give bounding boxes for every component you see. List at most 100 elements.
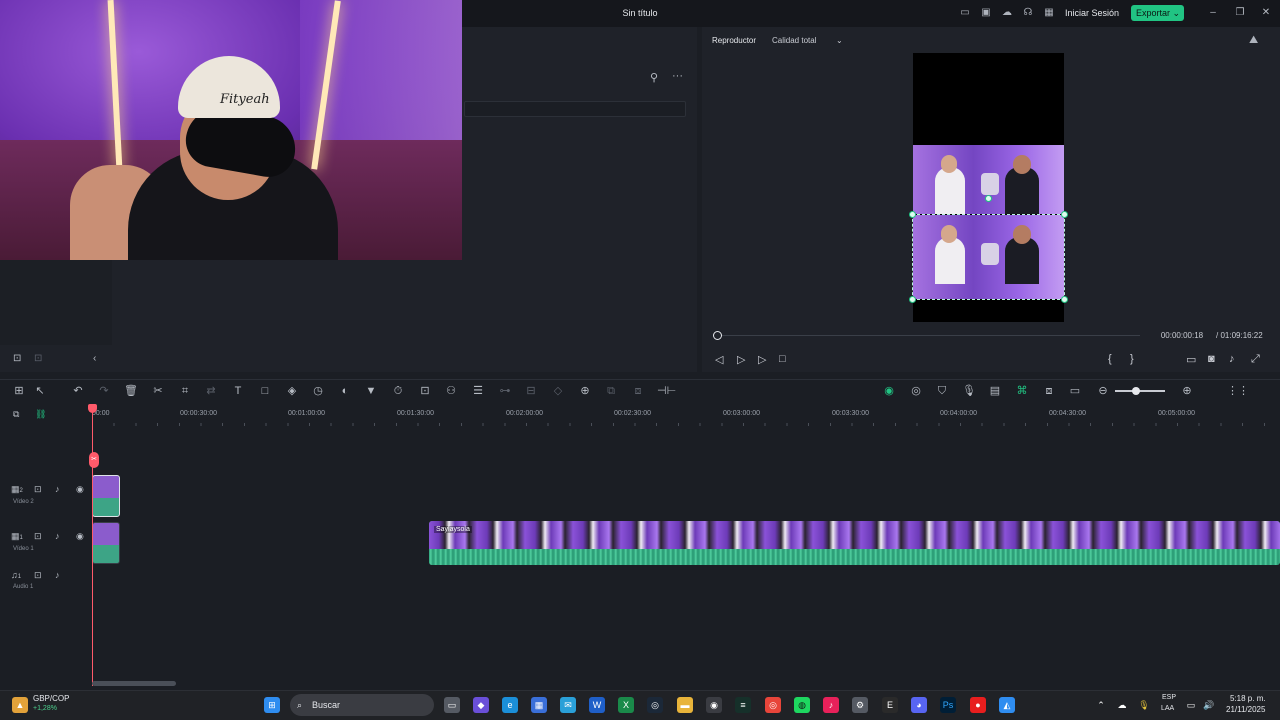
playback-progress[interactable] [717, 335, 1140, 336]
resize-handle[interactable] [1061, 211, 1068, 218]
add-track-icon[interactable]: ⧉ [13, 409, 19, 420]
apps-grid-icon[interactable]: ▦ [1043, 7, 1055, 19]
detach-icon[interactable]: ⊟ [524, 384, 538, 398]
clip-video-1-start[interactable] [92, 522, 120, 564]
support-icon[interactable]: ☊ [1022, 7, 1034, 19]
task-view-icon[interactable]: ▭ [444, 697, 460, 713]
cloud-icon[interactable]: ☁ [1001, 7, 1013, 19]
windows-start-icon[interactable]: ⊞ [264, 697, 280, 713]
timer-icon[interactable]: ⏱ [391, 384, 405, 398]
zoom-out-icon[interactable]: ⊖ [1096, 384, 1110, 398]
color-icon[interactable]: ◐ [338, 384, 352, 398]
ai-tool-icon[interactable]: ⚇ [444, 384, 458, 398]
ungroup-icon[interactable]: ⧈ [631, 384, 645, 398]
keyframe-icon[interactable]: ◇ [551, 384, 565, 398]
settings-icon[interactable]: ⚙ [852, 697, 868, 713]
zoom-slider-knob[interactable] [1132, 387, 1140, 395]
link-icon[interactable]: ⛓ [35, 409, 46, 420]
adjust-icon[interactable]: ☰ [471, 384, 485, 398]
discord-icon[interactable]: ◕ [911, 697, 927, 713]
play-reverse-icon[interactable]: ▷ [737, 353, 745, 366]
media-search-input[interactable] [464, 101, 686, 117]
audio-mix-icon[interactable]: ▤ [988, 384, 1002, 398]
new-folder-icon[interactable]: ⊡ [13, 353, 21, 364]
mark-in-icon[interactable]: { [1108, 353, 1112, 365]
ticker-name[interactable]: GBP/COP [33, 694, 69, 703]
render-preview-icon[interactable]: ◉ [882, 384, 896, 398]
layout-grid-icon[interactable]: ⊞ [12, 384, 26, 398]
word-icon[interactable]: W [589, 697, 605, 713]
fit-timeline-icon[interactable]: ⊣⊢ [657, 384, 676, 398]
photoshop-icon[interactable]: Ps [940, 697, 956, 713]
marker-icon[interactable]: ⛉ [935, 384, 949, 398]
select-tool-icon[interactable]: ↖ [33, 384, 47, 398]
folder-icon[interactable]: ⊡ [34, 353, 42, 364]
speed-icon[interactable]: ◷ [311, 384, 325, 398]
snap-icon[interactable]: ◎ [909, 384, 923, 398]
epic-games-icon[interactable]: E [882, 697, 898, 713]
volume-tray-icon[interactable]: 🔊 [1201, 697, 1217, 713]
crop-icon[interactable]: ⌗ [178, 384, 192, 398]
delete-icon[interactable]: 🗑 [124, 384, 138, 398]
track-settings-icon[interactable]: ⋮⋮ [1227, 384, 1249, 398]
minimize-icon[interactable]: – [1206, 6, 1220, 20]
keyboard-layout[interactable]: LAA [1161, 705, 1174, 712]
mute-icon[interactable]: ♪ [55, 570, 60, 580]
pip-icon[interactable]: ⧈ [1042, 384, 1056, 398]
lock-icon[interactable]: ⊡ [34, 484, 42, 495]
auto-reframe-icon[interactable]: ⊡ [418, 384, 432, 398]
split-audio-icon[interactable]: ⊶ [498, 384, 512, 398]
stop-icon[interactable]: □ [779, 353, 786, 365]
selection-box[interactable] [912, 214, 1065, 300]
player-tab[interactable]: Reproductor [712, 36, 756, 45]
obs-icon[interactable]: ◉ [706, 697, 722, 713]
storyboard-icon[interactable]: ▭ [1068, 384, 1082, 398]
rotate-handle[interactable] [985, 195, 992, 202]
microphone-icon[interactable]: 🎙 [962, 384, 976, 398]
text-tool-icon[interactable]: T [231, 384, 245, 398]
copilot-icon[interactable]: ◆ [473, 697, 489, 713]
layout-icon[interactable]: ▭ [959, 7, 971, 19]
clip-video-1[interactable] [429, 521, 1280, 565]
resize-handle[interactable] [1061, 296, 1068, 303]
transition-icon[interactable]: ⇄ [204, 384, 218, 398]
collapse-panel-icon[interactable]: ‹ [93, 353, 96, 364]
tiktok-icon[interactable]: ♪ [823, 697, 839, 713]
redo-icon[interactable]: ↷ [97, 384, 111, 398]
mute-icon[interactable]: ♪ [55, 484, 60, 494]
steam-icon[interactable]: ◎ [647, 697, 663, 713]
prev-frame-icon[interactable]: ◁ [715, 353, 723, 366]
excel-icon[interactable]: X [618, 697, 634, 713]
clock-date[interactable]: 21/11/2025 [1226, 705, 1265, 714]
login-button[interactable]: Iniciar Sesión [1064, 6, 1120, 21]
lock-icon[interactable]: ⊡ [34, 570, 42, 581]
lock-icon[interactable]: ⊡ [34, 531, 42, 542]
microphone-tray-icon[interactable]: 🎙 [1136, 697, 1152, 713]
snapshot-icon[interactable]: ⛰ [1249, 34, 1258, 47]
volume-icon[interactable]: ♪ [1229, 353, 1235, 365]
more-options-icon[interactable]: ··· [672, 70, 683, 82]
fullscreen-icon[interactable]: ⤢ [1251, 353, 1260, 366]
group-icon[interactable]: ⧉ [604, 384, 618, 398]
export-button[interactable]: Exportar ⌄ [1131, 5, 1184, 21]
zoom-slider[interactable] [1115, 390, 1165, 392]
store-icon[interactable]: ▦ [531, 697, 547, 713]
language-code[interactable]: ESP [1162, 694, 1176, 701]
playhead-split-marker[interactable]: ✂ [89, 452, 99, 468]
resize-handle[interactable] [909, 211, 916, 218]
clock-time[interactable]: 5:18 p. m. [1230, 694, 1266, 703]
quality-select[interactable]: Calidad total ⌄ [772, 36, 846, 45]
filter-icon[interactable]: ⚲ [650, 71, 658, 84]
playhead-handle[interactable] [88, 404, 97, 413]
magnet-icon[interactable]: ⌘ [1015, 384, 1029, 398]
resize-handle[interactable] [909, 296, 916, 303]
undo-icon[interactable]: ↶ [71, 384, 85, 398]
new-feature-icon[interactable]: ⊕ [578, 384, 592, 398]
ticker-icon[interactable]: ▲ [12, 697, 28, 713]
tray-expand-icon[interactable]: ⌃ [1093, 697, 1109, 713]
edge-icon[interactable]: e [502, 697, 518, 713]
spotify-icon[interactable]: ◍ [794, 697, 810, 713]
cut-icon[interactable]: ✂ [151, 384, 165, 398]
taskbar-search[interactable]: ⌕ Buscar [290, 694, 434, 716]
zoom-in-icon[interactable]: ⊕ [1180, 384, 1194, 398]
